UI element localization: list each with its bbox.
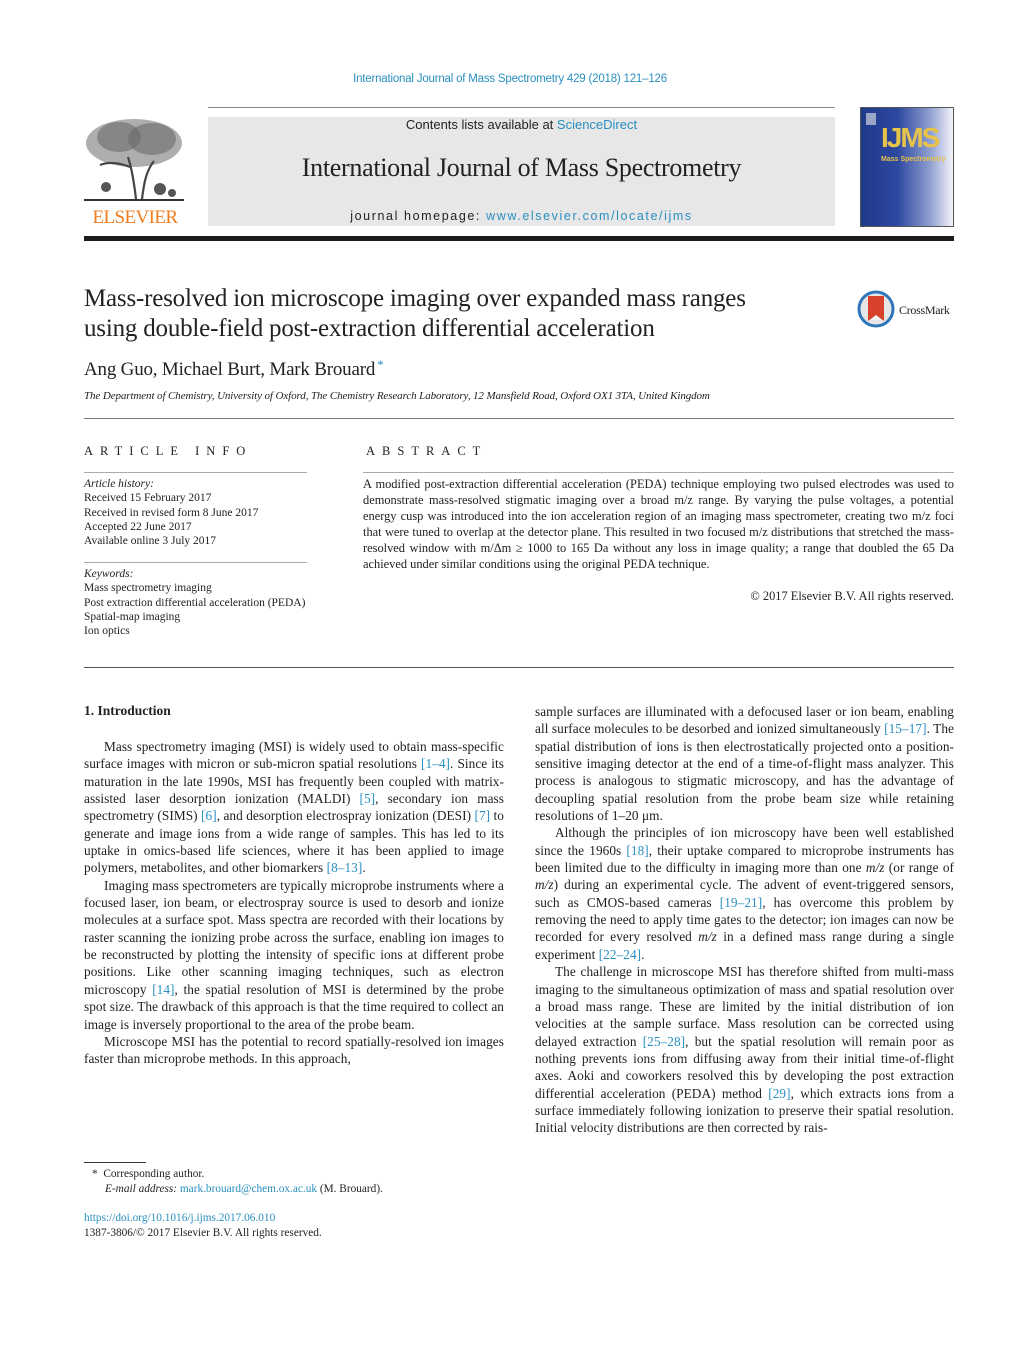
title-line-1: Mass-resolved ion microscope imaging ove… <box>84 285 746 312</box>
text-run: . <box>641 946 645 962</box>
corresponding-author-marker[interactable]: * <box>377 357 384 372</box>
citation-link[interactable]: [29] <box>768 1086 790 1101</box>
divider <box>363 472 954 473</box>
abstract-heading: ABSTRACT <box>366 444 488 458</box>
crossmark-icon <box>857 290 895 328</box>
divider <box>84 667 954 668</box>
citation-link[interactable]: [19–21] <box>720 895 762 910</box>
history-item: Received in revised form 8 June 2017 <box>84 506 259 519</box>
body-paragraph: Mass spectrometry imaging (MSI) is widel… <box>84 738 504 877</box>
masthead-top-rule <box>208 107 835 108</box>
authors-text: Ang Guo, Michael Burt, Mark Brouard <box>84 359 376 380</box>
italic-term: m/z <box>535 877 554 893</box>
keywords-header: Keywords: <box>84 568 134 580</box>
divider <box>84 562 307 563</box>
text-run: . The spatial distribution of ions is th… <box>535 721 954 824</box>
cover-subtitle: Mass Spectrometry <box>881 156 946 163</box>
citation-link[interactable]: [22–24] <box>599 947 641 962</box>
homepage-line: journal homepage: www.elsevier.com/locat… <box>208 209 835 223</box>
citation-link[interactable]: [14] <box>152 982 174 997</box>
article-history: Article history: Received 15 February 20… <box>84 477 258 548</box>
email-label: E-mail address: <box>105 1182 178 1195</box>
text-run: Microscope MSI has the potential to reco… <box>84 1033 504 1067</box>
keyword-item: Ion optics <box>84 625 130 638</box>
journal-homepage-link[interactable]: www.elsevier.com/locate/ijms <box>486 209 693 223</box>
footnote-marker: * <box>92 1168 98 1180</box>
citation-link[interactable]: [15–17] <box>884 721 926 736</box>
contents-prefix: Contents lists available at <box>405 117 557 132</box>
citation-link[interactable]: [6] <box>201 808 217 823</box>
keyword-item: Spatial-map imaging <box>84 610 181 623</box>
cover-publisher-mark <box>866 113 876 125</box>
citation-link[interactable]: [8–13] <box>327 860 363 875</box>
issn-line: 1387-3806/© 2017 Elsevier B.V. All right… <box>84 1226 322 1239</box>
history-item: Received 15 February 2017 <box>84 492 212 505</box>
body-paragraph: Microscope MSI has the potential to reco… <box>84 1033 504 1068</box>
footnote-text: Corresponding author. <box>103 1168 205 1180</box>
italic-term: m/z <box>698 929 717 945</box>
text-run: . <box>362 860 366 876</box>
footnote: * Corresponding author. E-mail address: … <box>92 1167 383 1196</box>
title-line-2: using double-field post-extraction diffe… <box>84 315 655 342</box>
body-paragraph: Imaging mass spectrometers are typically… <box>84 877 504 1033</box>
masthead-thick-rule <box>84 236 954 241</box>
body-paragraph: Although the principles of ion microscop… <box>535 824 954 963</box>
text-run: Imaging mass spectrometers are typically… <box>84 877 504 997</box>
elsevier-wordmark: ELSEVIER <box>92 207 179 228</box>
author-list: Ang Guo, Michael Burt, Mark Brouard * <box>84 357 384 381</box>
keyword-item: Post extraction differential acceleratio… <box>84 596 306 609</box>
italic-term: m/z <box>865 860 885 876</box>
author-email-link[interactable]: mark.brouard@chem.ox.ac.uk <box>180 1183 317 1195</box>
abstract-copyright: © 2017 Elsevier B.V. All rights reserved… <box>750 589 954 603</box>
keyword-item: Mass spectrometry imaging <box>84 582 212 595</box>
citation-link[interactable]: [5] <box>360 791 376 806</box>
citation-link[interactable]: [7] <box>474 808 490 823</box>
text-run: , and desorption electrospray ionization… <box>216 808 475 824</box>
article-info-heading: ARTICLE INFO <box>84 444 253 458</box>
journal-title: International Journal of Mass Spectromet… <box>301 153 742 182</box>
crossmark-badge[interactable]: CrossMark <box>857 290 957 330</box>
body-column-left: Mass spectrometry imaging (MSI) is widel… <box>84 738 504 1068</box>
citation-link[interactable]: [1–4] <box>421 756 450 771</box>
abstract-body: A modified post-extraction differential … <box>363 477 954 571</box>
history-header: Article history: <box>84 478 154 490</box>
sciencedirect-link[interactable]: ScienceDirect <box>557 117 637 132</box>
journal-cover-thumbnail[interactable]: IJMS Mass Spectrometry <box>860 107 954 227</box>
divider <box>84 418 954 419</box>
footnote-rule <box>84 1162 146 1163</box>
elsevier-tree-icon <box>84 119 184 201</box>
section-heading-introduction: 1. Introduction <box>84 703 171 718</box>
crossmark-label: CrossMark <box>899 303 950 317</box>
elsevier-logo[interactable]: ELSEVIER <box>84 117 186 229</box>
doi-link[interactable]: https://doi.org/10.1016/j.ijms.2017.06.0… <box>84 1211 322 1226</box>
cover-logo: IJMS <box>881 122 940 153</box>
affiliation: The Department of Chemistry, University … <box>84 390 710 402</box>
citation-link[interactable]: [18] <box>626 843 648 858</box>
keywords: Keywords: Mass spectrometry imaging Post… <box>84 567 307 638</box>
homepage-prefix: journal homepage: <box>350 209 487 223</box>
running-head[interactable]: International Journal of Mass Spectromet… <box>0 73 1020 85</box>
body-paragraph: The challenge in microscope MSI has ther… <box>535 963 954 1136</box>
body-paragraph: sample surfaces are illuminated with a d… <box>535 703 954 824</box>
article-title: Mass-resolved ion microscope imaging ove… <box>84 284 844 344</box>
doi-block: https://doi.org/10.1016/j.ijms.2017.06.0… <box>84 1211 322 1240</box>
contents-line: Contents lists available at ScienceDirec… <box>208 117 835 132</box>
body-column-right: sample surfaces are illuminated with a d… <box>535 703 954 1137</box>
email-suffix: (M. Brouard). <box>317 1182 383 1195</box>
history-item: Accepted 22 June 2017 <box>84 520 192 533</box>
journal-masthead-band: Contents lists available at ScienceDirec… <box>208 117 835 226</box>
history-item: Available online 3 July 2017 <box>84 535 217 548</box>
citation-link[interactable]: [25–28] <box>643 1034 685 1049</box>
footnote-email-line: E-mail address: mark.brouard@chem.ox.ac.… <box>92 1182 383 1197</box>
running-head-link[interactable]: International Journal of Mass Spectromet… <box>353 73 667 85</box>
divider <box>84 472 307 473</box>
footnote-corresponding: * Corresponding author. <box>92 1167 383 1182</box>
text-run: (or range of <box>884 860 955 876</box>
